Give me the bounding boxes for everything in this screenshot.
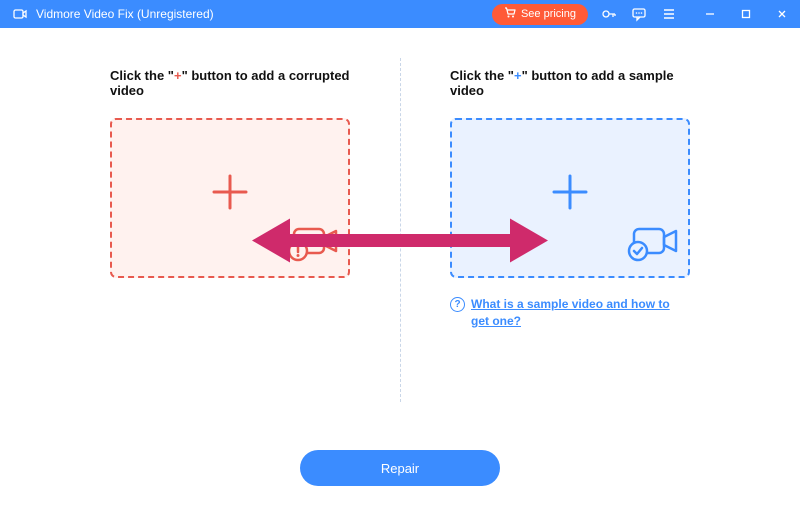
title-left: Vidmore Video Fix (Unregistered)	[12, 6, 214, 22]
sample-panel: Click the "+" button to add a sample vid…	[400, 68, 740, 330]
see-pricing-label: See pricing	[521, 8, 576, 20]
window-controls	[692, 0, 800, 28]
corrupted-label: Click the "+" button to add a corrupted …	[110, 68, 350, 98]
help-icon: ?	[450, 297, 465, 312]
panels: Click the "+" button to add a corrupted …	[0, 68, 800, 330]
label-text: Click the "	[450, 68, 514, 83]
sample-label: Click the "+" button to add a sample vid…	[450, 68, 690, 98]
add-icon	[542, 164, 598, 232]
maximize-button[interactable]	[728, 0, 764, 28]
repair-row: Repair	[0, 450, 800, 486]
corrupted-panel: Click the "+" button to add a corrupted …	[60, 68, 400, 330]
menu-icon[interactable]	[654, 0, 684, 28]
plus-inline-icon: +	[174, 68, 182, 83]
minimize-button[interactable]	[692, 0, 728, 28]
sample-help-link[interactable]: What is a sample video and how to get on…	[471, 296, 690, 330]
cart-icon	[504, 7, 516, 22]
help-link-row: ? What is a sample video and how to get …	[450, 296, 690, 330]
titlebar: Vidmore Video Fix (Unregistered) See pri…	[0, 0, 800, 28]
app-title: Vidmore Video Fix (Unregistered)	[36, 7, 214, 21]
add-icon	[202, 164, 258, 232]
app-logo-icon	[12, 6, 28, 22]
see-pricing-button[interactable]: See pricing	[492, 4, 588, 25]
close-button[interactable]	[764, 0, 800, 28]
title-right: See pricing	[492, 0, 800, 28]
repair-button[interactable]: Repair	[300, 450, 500, 486]
label-text: Click the "	[110, 68, 174, 83]
plus-inline-icon: +	[514, 68, 522, 83]
main: Click the "+" button to add a corrupted …	[0, 28, 800, 512]
corrupted-dropzone[interactable]	[110, 118, 350, 278]
key-icon[interactable]	[594, 0, 624, 28]
feedback-icon[interactable]	[624, 0, 654, 28]
corrupted-video-icon	[286, 223, 340, 268]
sample-dropzone[interactable]	[450, 118, 690, 278]
sample-video-icon	[626, 223, 680, 268]
